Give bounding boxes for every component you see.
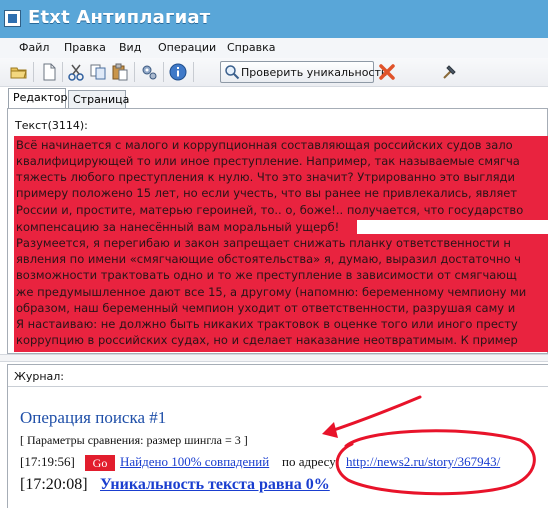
text-line: примеру положено 15 лет, но если учесть,…	[16, 186, 518, 200]
text-line: компенсацию за нанесённый вам моральный …	[16, 220, 340, 234]
menu-view[interactable]: Вид	[119, 41, 141, 54]
stop-icon[interactable]	[378, 63, 396, 81]
text-line: возможности трактовать одно и то же прес…	[16, 268, 517, 282]
text-line: же предумышленное дают все 15, а другому…	[16, 285, 527, 299]
text-line: коррупцию в российских судах, но и сдела…	[16, 333, 518, 347]
text-line: России и, простите, матерью героиней, то…	[16, 203, 524, 217]
settings-icon[interactable]	[140, 63, 158, 81]
text-line: явления по имени «смягчающие обстоятельс…	[16, 252, 521, 266]
cut-icon[interactable]	[67, 63, 85, 81]
tab-page-label: Страница	[73, 93, 130, 106]
operation-title: Операция поиска #1	[20, 408, 167, 427]
hammer-icon[interactable]	[440, 63, 458, 81]
log-time-2: [17:20:08]	[20, 476, 88, 493]
text-line: Разумеется, я перегибаю и закон запрещае…	[16, 236, 511, 250]
check-uniqueness-label: Проверить уникальность	[241, 66, 388, 79]
menu-bar: Файл Правка Вид Операции Справка	[0, 38, 548, 59]
unhighlighted-region	[357, 220, 548, 234]
uniqueness-result-link[interactable]: Уникальность текста равна 0%	[100, 476, 330, 494]
toolbar-separator	[163, 62, 164, 82]
address-label: по адресу:	[282, 454, 340, 469]
menu-file[interactable]: Файл	[19, 41, 49, 54]
source-url-link[interactable]: http://news2.ru/story/367943/	[346, 454, 500, 470]
journal-label: Журнал:	[14, 370, 65, 383]
editor-label: Текст(3114):	[15, 119, 88, 132]
go-button[interactable]: Go	[85, 455, 115, 471]
panel-splitter[interactable]	[0, 354, 548, 362]
new-document-icon[interactable]	[40, 63, 58, 81]
journal-divider	[8, 386, 548, 387]
text-line: Я настаиваю: не должно быть никаких трак…	[16, 317, 518, 331]
menu-edit[interactable]: Правка	[64, 41, 106, 54]
toolbar: Проверить уникальность	[0, 58, 548, 87]
info-icon[interactable]	[169, 63, 187, 81]
text-line: образом, наш беременный чемпион уходит о…	[16, 301, 516, 315]
tab-editor-label: Редактор	[13, 91, 68, 104]
log-time-1: [17:19:56]	[20, 454, 75, 469]
magnifier-icon	[224, 64, 240, 83]
copy-icon[interactable]	[89, 63, 107, 81]
text-line: Всё начинается с малого и коррупционная …	[16, 138, 513, 152]
window-title: Etxt Антиплагиат	[28, 7, 211, 28]
text-line: квалифицирующей то или иное преступление…	[16, 154, 520, 168]
text-line: тяжесть любого преступления к нулю. Что …	[16, 170, 515, 184]
tab-editor[interactable]: Редактор	[8, 88, 68, 108]
matches-found-link[interactable]: Найдено 100% совпадений	[120, 454, 269, 470]
app-icon	[4, 10, 21, 27]
title-bar: Etxt Антиплагиат	[0, 0, 548, 39]
tab-strip: Редактор Страница	[0, 88, 548, 108]
toolbar-separator	[134, 62, 135, 82]
menu-operations[interactable]: Операции	[158, 41, 216, 54]
paste-icon[interactable]	[111, 63, 129, 81]
toolbar-separator	[62, 62, 63, 82]
toolbar-separator	[33, 62, 34, 82]
comparison-params: [ Параметры сравнения: размер шингла = 3…	[20, 433, 248, 447]
tab-page[interactable]: Страница	[68, 90, 130, 108]
check-uniqueness-button[interactable]: Проверить уникальность	[220, 61, 387, 83]
open-folder-icon[interactable]	[10, 63, 28, 81]
text-editor[interactable]: Всё начинается с малого и коррупционная …	[14, 136, 548, 352]
menu-help[interactable]: Справка	[227, 41, 275, 54]
toolbar-separator	[193, 62, 194, 82]
